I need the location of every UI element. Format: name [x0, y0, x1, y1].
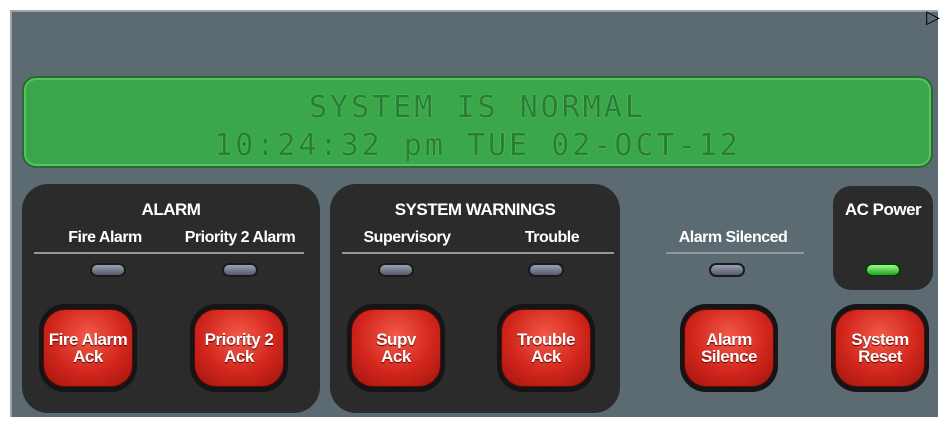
fire-alarm-label: Fire Alarm — [68, 229, 142, 246]
fire-alarm-ack-button[interactable]: Fire Alarm Ack — [39, 304, 137, 392]
trouble-ack-face: Trouble Ack — [501, 309, 591, 387]
lcd-display: SYSTEM IS NORMAL 10:24:32 pm TUE 02-OCT-… — [22, 76, 933, 168]
trouble-ack-button[interactable]: Trouble Ack — [497, 304, 595, 392]
system-warnings-title: SYSTEM WARNINGS — [394, 200, 556, 219]
supv-ack-label-1: Supv — [376, 330, 416, 349]
priority-2-ack-label-2: Ack — [224, 347, 254, 366]
warnings-divider — [342, 252, 614, 254]
priority-2-alarm-led — [222, 263, 258, 277]
supervisory-label: Supervisory — [363, 229, 451, 246]
fire-alarm-ack-label-1: Fire Alarm — [48, 330, 128, 349]
alarm-silence-button[interactable]: Alarm Silence — [680, 304, 778, 392]
system-reset-label-2: Reset — [858, 347, 902, 366]
system-reset-button[interactable]: System Reset — [831, 304, 929, 392]
system-reset-face: System Reset — [835, 309, 925, 387]
supervisory-led — [378, 263, 414, 277]
trouble-ack-label-1: Trouble — [517, 330, 575, 349]
alarm-silence-face: Alarm Silence — [684, 309, 774, 387]
supv-ack-face: Supv Ack — [351, 309, 441, 387]
fire-alarm-ack-face: Fire Alarm Ack — [43, 309, 133, 387]
priority-2-alarm-label: Priority 2 Alarm — [184, 229, 296, 246]
alarm-silence-label-2: Silence — [700, 347, 758, 366]
alarm-silenced-divider — [666, 252, 804, 254]
alarm-silence-label-1: Alarm — [706, 330, 752, 349]
ac-power-led — [865, 263, 901, 277]
fire-alarm-led — [90, 263, 126, 277]
system-reset-label-1: System — [851, 330, 909, 349]
lcd-status-text: SYSTEM IS NORMAL — [309, 90, 646, 125]
trouble-label: Trouble — [524, 229, 580, 246]
priority-2-ack-label-1: Priority 2 — [204, 330, 274, 349]
alarm-silenced-led — [709, 263, 745, 277]
alarm-divider — [34, 252, 304, 254]
trouble-led — [528, 263, 564, 277]
alarm-silenced-label: Alarm Silenced — [678, 229, 788, 246]
expand-arrow-icon[interactable]: ▷ — [926, 8, 940, 26]
alarm-group-title: ALARM — [141, 200, 201, 219]
priority-2-ack-button[interactable]: Priority 2 Ack — [190, 304, 288, 392]
trouble-ack-label-2: Ack — [531, 347, 561, 366]
fire-alarm-ack-label-2: Ack — [73, 347, 103, 366]
supv-ack-button[interactable]: Supv Ack — [347, 304, 445, 392]
lcd-datetime-text: 10:24:32 pm TUE 02-OCT-12 — [214, 128, 741, 163]
ac-power-label: AC Power — [844, 200, 922, 219]
supv-ack-label-2: Ack — [381, 347, 411, 366]
priority-2-ack-face: Priority 2 Ack — [194, 309, 284, 387]
